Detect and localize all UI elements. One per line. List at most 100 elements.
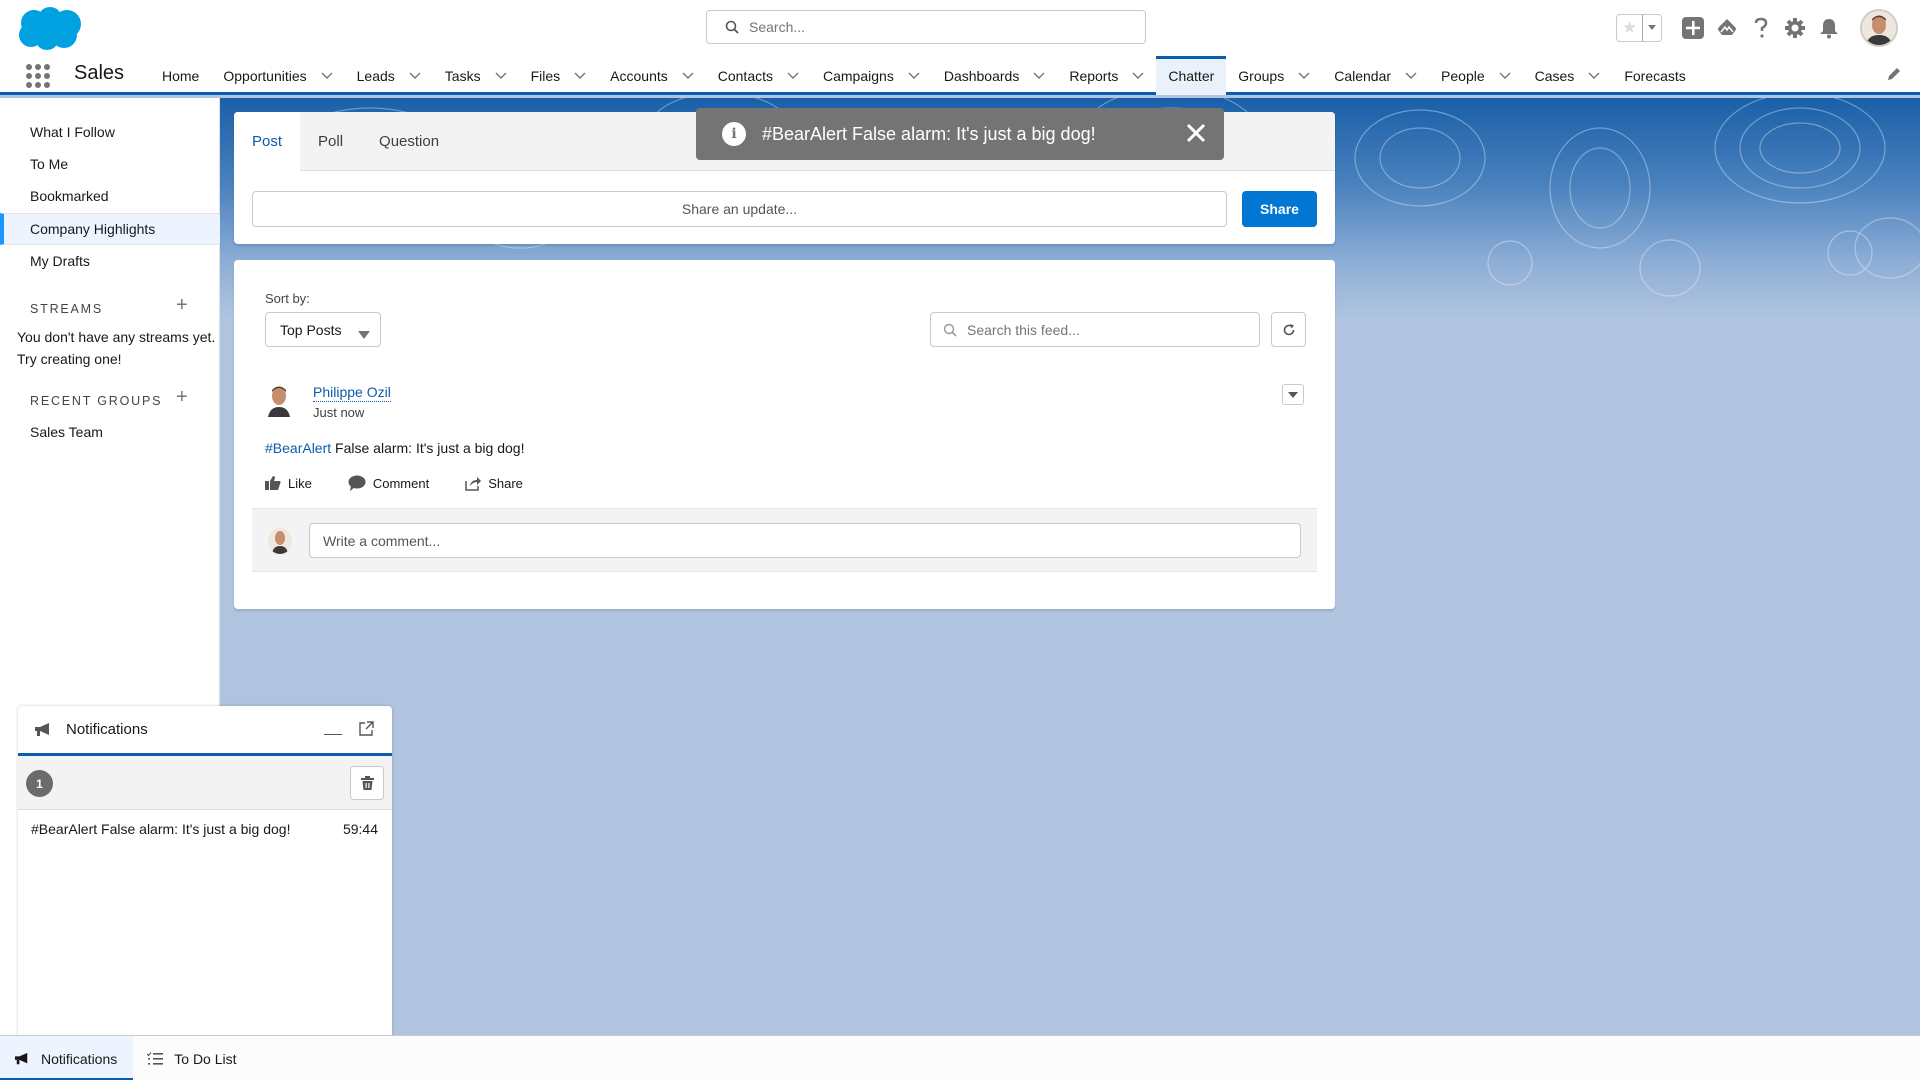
sidebar-item-bookmarked[interactable]: Bookmarked: [0, 180, 220, 212]
app-launcher-icon[interactable]: [26, 64, 50, 88]
post-actions: Like Comment Share: [265, 475, 559, 491]
chevron-down-icon[interactable]: [787, 72, 799, 80]
app-navigation-bar: Sales Home Opportunities Leads Tasks Files Ac…: [0, 56, 1920, 95]
post-timestamp[interactable]: Just now: [313, 405, 364, 420]
salesforce-logo[interactable]: [17, 6, 83, 52]
user-avatar[interactable]: [1860, 9, 1898, 47]
post-hashtag-link[interactable]: #BearAlert: [265, 440, 331, 456]
write-comment-input[interactable]: Write a comment...: [309, 523, 1301, 558]
notification-time: 59:44: [342, 821, 378, 837]
sidebar-group-sales-team[interactable]: Sales Team: [0, 416, 220, 448]
search-feed-input[interactable]: Search this feed...: [930, 312, 1260, 347]
tab-post[interactable]: Post: [234, 112, 301, 171]
chevron-down-icon[interactable]: [1499, 72, 1511, 80]
nav-tab-label: Groups: [1238, 67, 1285, 84]
nav-tab-campaigns[interactable]: Campaigns: [811, 56, 932, 95]
chevron-down-icon[interactable]: [1033, 72, 1045, 80]
minimize-icon[interactable]: __: [324, 719, 342, 737]
comment-bubble-icon: [348, 475, 366, 491]
utility-to-do-list[interactable]: To Do List: [133, 1036, 252, 1080]
favorites-dropdown-icon[interactable]: [1643, 15, 1661, 41]
nav-tab-dashboards[interactable]: Dashboards: [932, 56, 1058, 95]
chevron-down-icon[interactable]: [409, 72, 421, 80]
nav-tab-label: Home: [162, 67, 200, 84]
nav-tab-opportunities[interactable]: Opportunities: [211, 56, 344, 95]
megaphone-icon: [15, 1052, 28, 1064]
nav-tab-label: Cases: [1534, 67, 1575, 84]
nav-tab-tasks[interactable]: Tasks: [433, 56, 519, 95]
global-actions-plus-icon[interactable]: [1680, 15, 1706, 41]
nav-tab-home[interactable]: Home: [150, 56, 211, 95]
sidebar-item-my-drafts[interactable]: My Drafts: [0, 245, 220, 277]
nav-tab-leads[interactable]: Leads: [345, 56, 433, 95]
add-group-plus-icon[interactable]: +: [176, 386, 188, 409]
share-update-input[interactable]: Share an update...: [252, 191, 1227, 227]
notification-item[interactable]: #BearAlert False alarm: It's just a big …: [18, 821, 392, 837]
nav-tab-label: Opportunities: [223, 67, 307, 84]
share-post-button[interactable]: Share: [465, 475, 523, 491]
nav-tab-label: Leads: [356, 67, 395, 84]
search-icon: [943, 323, 957, 337]
comment-button[interactable]: Comment: [348, 475, 429, 491]
utility-notifications[interactable]: Notifications: [0, 1036, 134, 1080]
close-toast-icon[interactable]: [1184, 121, 1208, 150]
chevron-down-icon[interactable]: [1405, 72, 1417, 80]
commenter-avatar: [268, 528, 292, 554]
add-stream-plus-icon[interactable]: +: [176, 294, 188, 317]
chevron-down-icon[interactable]: [1588, 72, 1600, 80]
nav-tab-contacts[interactable]: Contacts: [706, 56, 811, 95]
sidebar-item-company-highlights[interactable]: Company Highlights: [0, 213, 220, 245]
nav-tab-files[interactable]: Files: [519, 56, 599, 95]
chevron-down-icon[interactable]: [1132, 72, 1144, 80]
tab-poll[interactable]: Poll: [300, 112, 361, 170]
nav-tab-label: People: [1441, 67, 1485, 84]
chevron-down-icon[interactable]: [1298, 72, 1310, 80]
chevron-down-icon[interactable]: [321, 72, 333, 80]
post-author-avatar[interactable]: [264, 383, 296, 417]
nav-tab-cases[interactable]: Cases: [1523, 56, 1613, 95]
nav-tabs: Home Opportunities Leads Tasks Files Accounts…: [150, 56, 1698, 95]
sort-by-select[interactable]: Top Posts: [265, 312, 381, 347]
nav-tab-label: Campaigns: [823, 67, 894, 84]
nav-tab-label: Contacts: [717, 67, 773, 84]
favorites-group: ★: [1616, 14, 1662, 42]
tab-question[interactable]: Question: [361, 112, 457, 170]
favorites-star-icon[interactable]: ★: [1617, 15, 1643, 41]
nav-tab-people[interactable]: People: [1429, 56, 1523, 95]
header-actions: ★: [1616, 8, 1920, 48]
search-placeholder: Search...: [749, 19, 806, 35]
post-author-link[interactable]: Philippe Ozil: [313, 384, 391, 402]
nav-tab-reports[interactable]: Reports: [1057, 56, 1156, 95]
nav-tab-label: Dashboards: [943, 67, 1020, 84]
global-search-input[interactable]: Search...: [706, 10, 1146, 44]
share-button[interactable]: Share: [1242, 191, 1317, 227]
nav-tab-chatter[interactable]: Chatter: [1156, 56, 1227, 95]
chevron-down-icon[interactable]: [574, 72, 586, 80]
comment-area: Write a comment...: [252, 508, 1317, 572]
global-header: Search... ★: [0, 0, 1920, 56]
sort-by-label: Sort by:: [265, 291, 310, 306]
notifications-bell-icon[interactable]: [1816, 15, 1842, 41]
nav-tab-calendar[interactable]: Calendar: [1322, 56, 1429, 95]
checklist-icon: [147, 1051, 164, 1065]
chevron-down-icon[interactable]: [495, 72, 507, 80]
refresh-feed-button[interactable]: [1271, 312, 1306, 347]
nav-tab-accounts[interactable]: Accounts: [598, 56, 706, 95]
like-button[interactable]: Like: [265, 476, 312, 491]
refresh-icon: [1283, 323, 1294, 335]
trailhead-icon[interactable]: [1714, 15, 1740, 41]
nav-tab-groups[interactable]: Groups: [1226, 56, 1322, 95]
sidebar-item-to-me[interactable]: To Me: [0, 148, 220, 180]
post-actions-menu-button[interactable]: [1282, 384, 1304, 405]
streams-empty-message: You don't have any streams yet. Try crea…: [17, 329, 216, 367]
setup-gear-icon[interactable]: [1782, 15, 1808, 41]
help-icon[interactable]: [1748, 15, 1774, 41]
chevron-down-icon[interactable]: [908, 72, 920, 80]
edit-nav-pencil-icon[interactable]: [1886, 66, 1902, 85]
clear-notifications-button[interactable]: [350, 766, 384, 800]
popout-icon[interactable]: [359, 721, 374, 739]
nav-tab-label: Accounts: [610, 67, 668, 84]
chevron-down-icon[interactable]: [682, 72, 694, 80]
nav-tab-forecasts[interactable]: Forecasts: [1612, 56, 1697, 95]
sidebar-item-what-i-follow[interactable]: What I Follow: [0, 116, 220, 148]
